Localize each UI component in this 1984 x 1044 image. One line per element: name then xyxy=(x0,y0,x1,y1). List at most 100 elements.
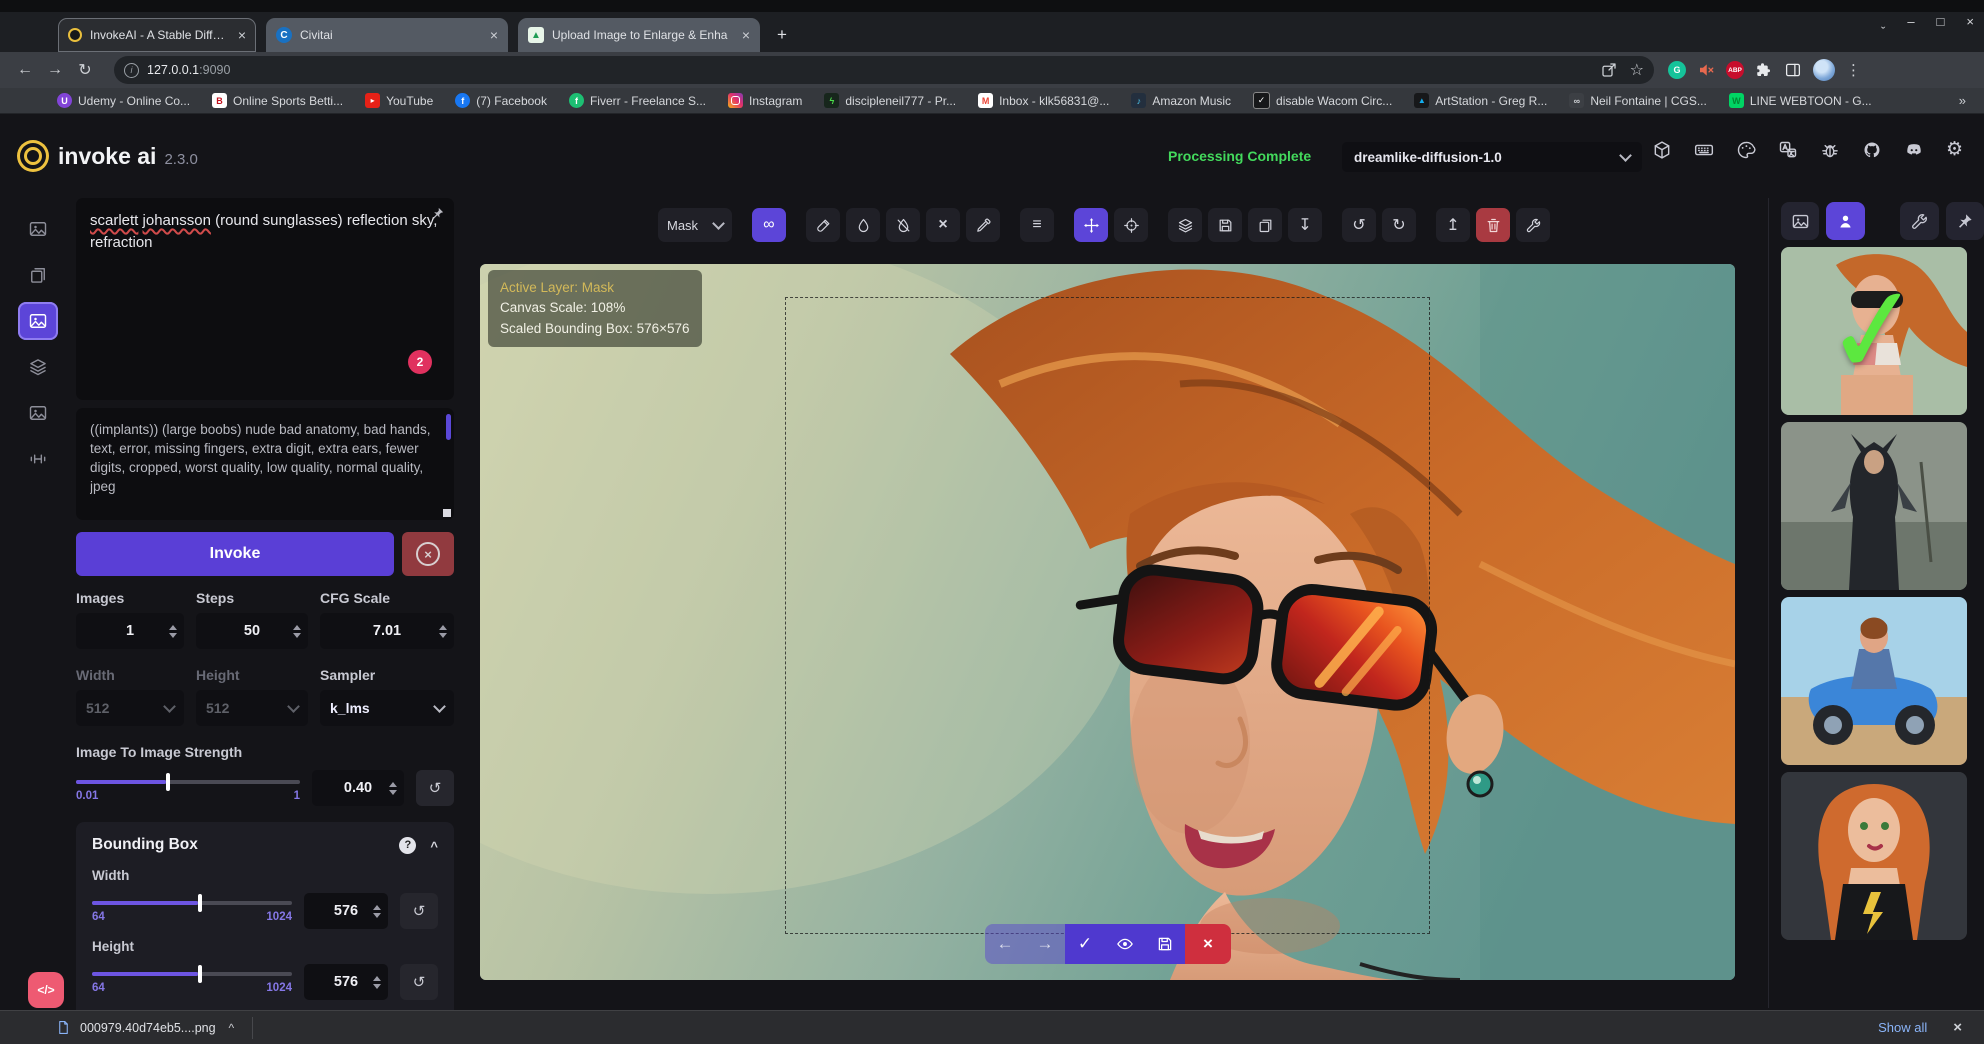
i2i-reset-button[interactable]: ↺ xyxy=(416,770,454,806)
reload-button[interactable]: ↻ xyxy=(70,60,100,80)
settings-gear-icon[interactable]: ⚙ xyxy=(1946,140,1963,160)
canvas-settings-button[interactable] xyxy=(1516,208,1550,242)
redo-button[interactable]: ↻ xyxy=(1382,208,1416,242)
prompt-box[interactable]: scarlett johansson (round sunglasses) re… xyxy=(76,198,454,400)
height-select[interactable]: 512 xyxy=(196,690,308,726)
layer-select[interactable]: Mask xyxy=(658,208,732,242)
clear-canvas-button[interactable] xyxy=(1476,208,1510,242)
slider-thumb[interactable] xyxy=(166,773,170,791)
gallery-pin-button[interactable] xyxy=(1946,202,1984,240)
extensions-puzzle-icon[interactable] xyxy=(1755,61,1773,79)
tab-civitai[interactable]: C Civitai × xyxy=(266,18,508,52)
save-to-gallery-button[interactable] xyxy=(1208,208,1242,242)
bounding-box-overlay[interactable] xyxy=(785,297,1430,934)
bbox-height-slider[interactable] xyxy=(92,972,292,976)
new-tab-button[interactable]: + xyxy=(768,21,796,49)
tab-close-icon[interactable]: × xyxy=(742,27,750,43)
tab-image-to-image[interactable] xyxy=(18,256,58,294)
bookmark-facebook[interactable]: f(7) Facebook xyxy=(446,90,556,112)
bug-report-icon[interactable] xyxy=(1820,140,1840,160)
scrollbar-thumb[interactable] xyxy=(446,414,451,440)
minimize-button[interactable]: – xyxy=(1907,14,1914,29)
download-item[interactable]: 000979.40d74eb5....png ^ xyxy=(56,1020,234,1035)
brush-options-button[interactable]: ≡ xyxy=(1020,208,1054,242)
tab-nodes[interactable] xyxy=(18,348,58,386)
mask-enable-button[interactable]: ∞ xyxy=(752,208,786,242)
discard-image-button[interactable]: × xyxy=(1185,924,1231,964)
adblock-extension-icon[interactable]: ABP xyxy=(1726,61,1744,79)
images-stepper[interactable]: 1 xyxy=(76,613,184,649)
previous-image-button[interactable]: ← xyxy=(985,924,1025,964)
downloads-close-icon[interactable]: × xyxy=(1953,1019,1962,1036)
move-tool-button[interactable] xyxy=(1074,208,1108,242)
github-icon[interactable] xyxy=(1862,140,1882,160)
upload-image-button[interactable]: ↥ xyxy=(1436,208,1470,242)
theme-icon[interactable] xyxy=(1736,140,1756,160)
collapse-icon[interactable]: ^ xyxy=(430,839,438,854)
negative-prompt-box[interactable]: ((implants)) (large boobs) nude bad anat… xyxy=(76,408,454,520)
download-image-button[interactable]: ↧ xyxy=(1288,208,1322,242)
bookmark-inbox[interactable]: MInbox - klk56831@... xyxy=(969,90,1118,112)
gallery-settings-button[interactable] xyxy=(1900,202,1938,240)
stepper-arrows[interactable] xyxy=(373,893,381,929)
preserve-mask-button[interactable] xyxy=(886,208,920,242)
download-menu-icon[interactable]: ^ xyxy=(229,1021,235,1035)
clear-mask-button[interactable]: × xyxy=(926,208,960,242)
bookmark-youtube[interactable]: ▸YouTube xyxy=(356,90,442,112)
tab-search-icon[interactable]: ˬ xyxy=(1881,14,1885,29)
bookmark-webtoon[interactable]: WLINE WEBTOON - G... xyxy=(1720,90,1881,112)
i2i-strength-slider[interactable] xyxy=(76,780,300,784)
console-toggle-button[interactable]: </> xyxy=(28,972,64,1008)
tab-text-to-image[interactable] xyxy=(18,210,58,248)
forward-button[interactable]: → xyxy=(40,61,70,79)
bbox-width-reset[interactable]: ↺ xyxy=(400,893,438,929)
discord-icon[interactable] xyxy=(1904,140,1924,160)
tab-close-icon[interactable]: × xyxy=(490,27,498,43)
brush-tool-button[interactable] xyxy=(806,208,840,242)
tab-invokeai[interactable]: InvokeAI - A Stable Diffusion Too × xyxy=(58,18,256,52)
stepper-arrows[interactable] xyxy=(169,613,177,649)
tab-training[interactable] xyxy=(18,440,58,478)
mute-tab-icon[interactable] xyxy=(1697,61,1715,79)
steps-stepper[interactable]: 50 xyxy=(196,613,308,649)
language-icon[interactable] xyxy=(1778,140,1798,160)
bookmark-instagram[interactable]: Instagram xyxy=(719,90,811,112)
bookmark-star-icon[interactable]: ☆ xyxy=(1630,60,1644,80)
profile-avatar[interactable] xyxy=(1813,59,1835,81)
bookmark-fiverr[interactable]: fFiverr - Freelance S... xyxy=(560,90,715,112)
bbox-width-stepper[interactable]: 576 xyxy=(304,893,388,929)
bookmark-wacom[interactable]: ✓disable Wacom Circ... xyxy=(1244,90,1401,112)
maximize-button[interactable]: □ xyxy=(1937,14,1945,29)
reset-view-button[interactable] xyxy=(1114,208,1148,242)
next-image-button[interactable]: → xyxy=(1025,924,1065,964)
side-panel-icon[interactable] xyxy=(1784,61,1802,79)
hotkeys-icon[interactable] xyxy=(1694,140,1714,160)
address-bar[interactable]: i 127.0.0.1:9090 ☆ xyxy=(114,56,1654,84)
negative-prompt-input[interactable]: ((implants)) (large boobs) nude bad anat… xyxy=(90,420,440,498)
i2i-strength-stepper[interactable]: 0.40 xyxy=(312,770,404,806)
tab-postprocessing[interactable] xyxy=(18,394,58,432)
accept-image-button[interactable]: ✓ xyxy=(1065,924,1105,964)
undo-button[interactable]: ↺ xyxy=(1342,208,1376,242)
gallery-thumbnail-2[interactable] xyxy=(1781,422,1967,590)
browser-menu-icon[interactable]: ⋮ xyxy=(1846,61,1861,79)
resize-handle[interactable] xyxy=(443,509,451,517)
gallery-thumbnail-1[interactable]: ✓ xyxy=(1781,247,1967,415)
bookmark-amazon-music[interactable]: ♪Amazon Music xyxy=(1122,90,1240,112)
invoke-button[interactable]: Invoke xyxy=(76,532,394,576)
bookmark-udemy[interactable]: UUdemy - Online Co... xyxy=(48,90,199,112)
gallery-thumbnail-3[interactable] xyxy=(1781,597,1967,765)
fill-mask-button[interactable] xyxy=(846,208,880,242)
prompt-input[interactable]: scarlett johansson (round sunglasses) re… xyxy=(90,210,440,378)
slider-thumb[interactable] xyxy=(198,894,202,912)
bookmarks-overflow-icon[interactable]: » xyxy=(1959,93,1966,108)
help-icon[interactable]: ? xyxy=(399,837,416,854)
grammarly-extension-icon[interactable]: G xyxy=(1668,61,1686,79)
close-button[interactable]: × xyxy=(1966,14,1974,29)
bbox-width-slider[interactable] xyxy=(92,901,292,905)
bbox-height-stepper[interactable]: 576 xyxy=(304,964,388,1000)
tab-upscale[interactable]: ▲ Upload Image to Enlarge & Enha × xyxy=(518,18,760,52)
slider-thumb[interactable] xyxy=(198,965,202,983)
gallery-thumbnail-4[interactable] xyxy=(1781,772,1967,940)
stepper-arrows[interactable] xyxy=(389,770,397,806)
